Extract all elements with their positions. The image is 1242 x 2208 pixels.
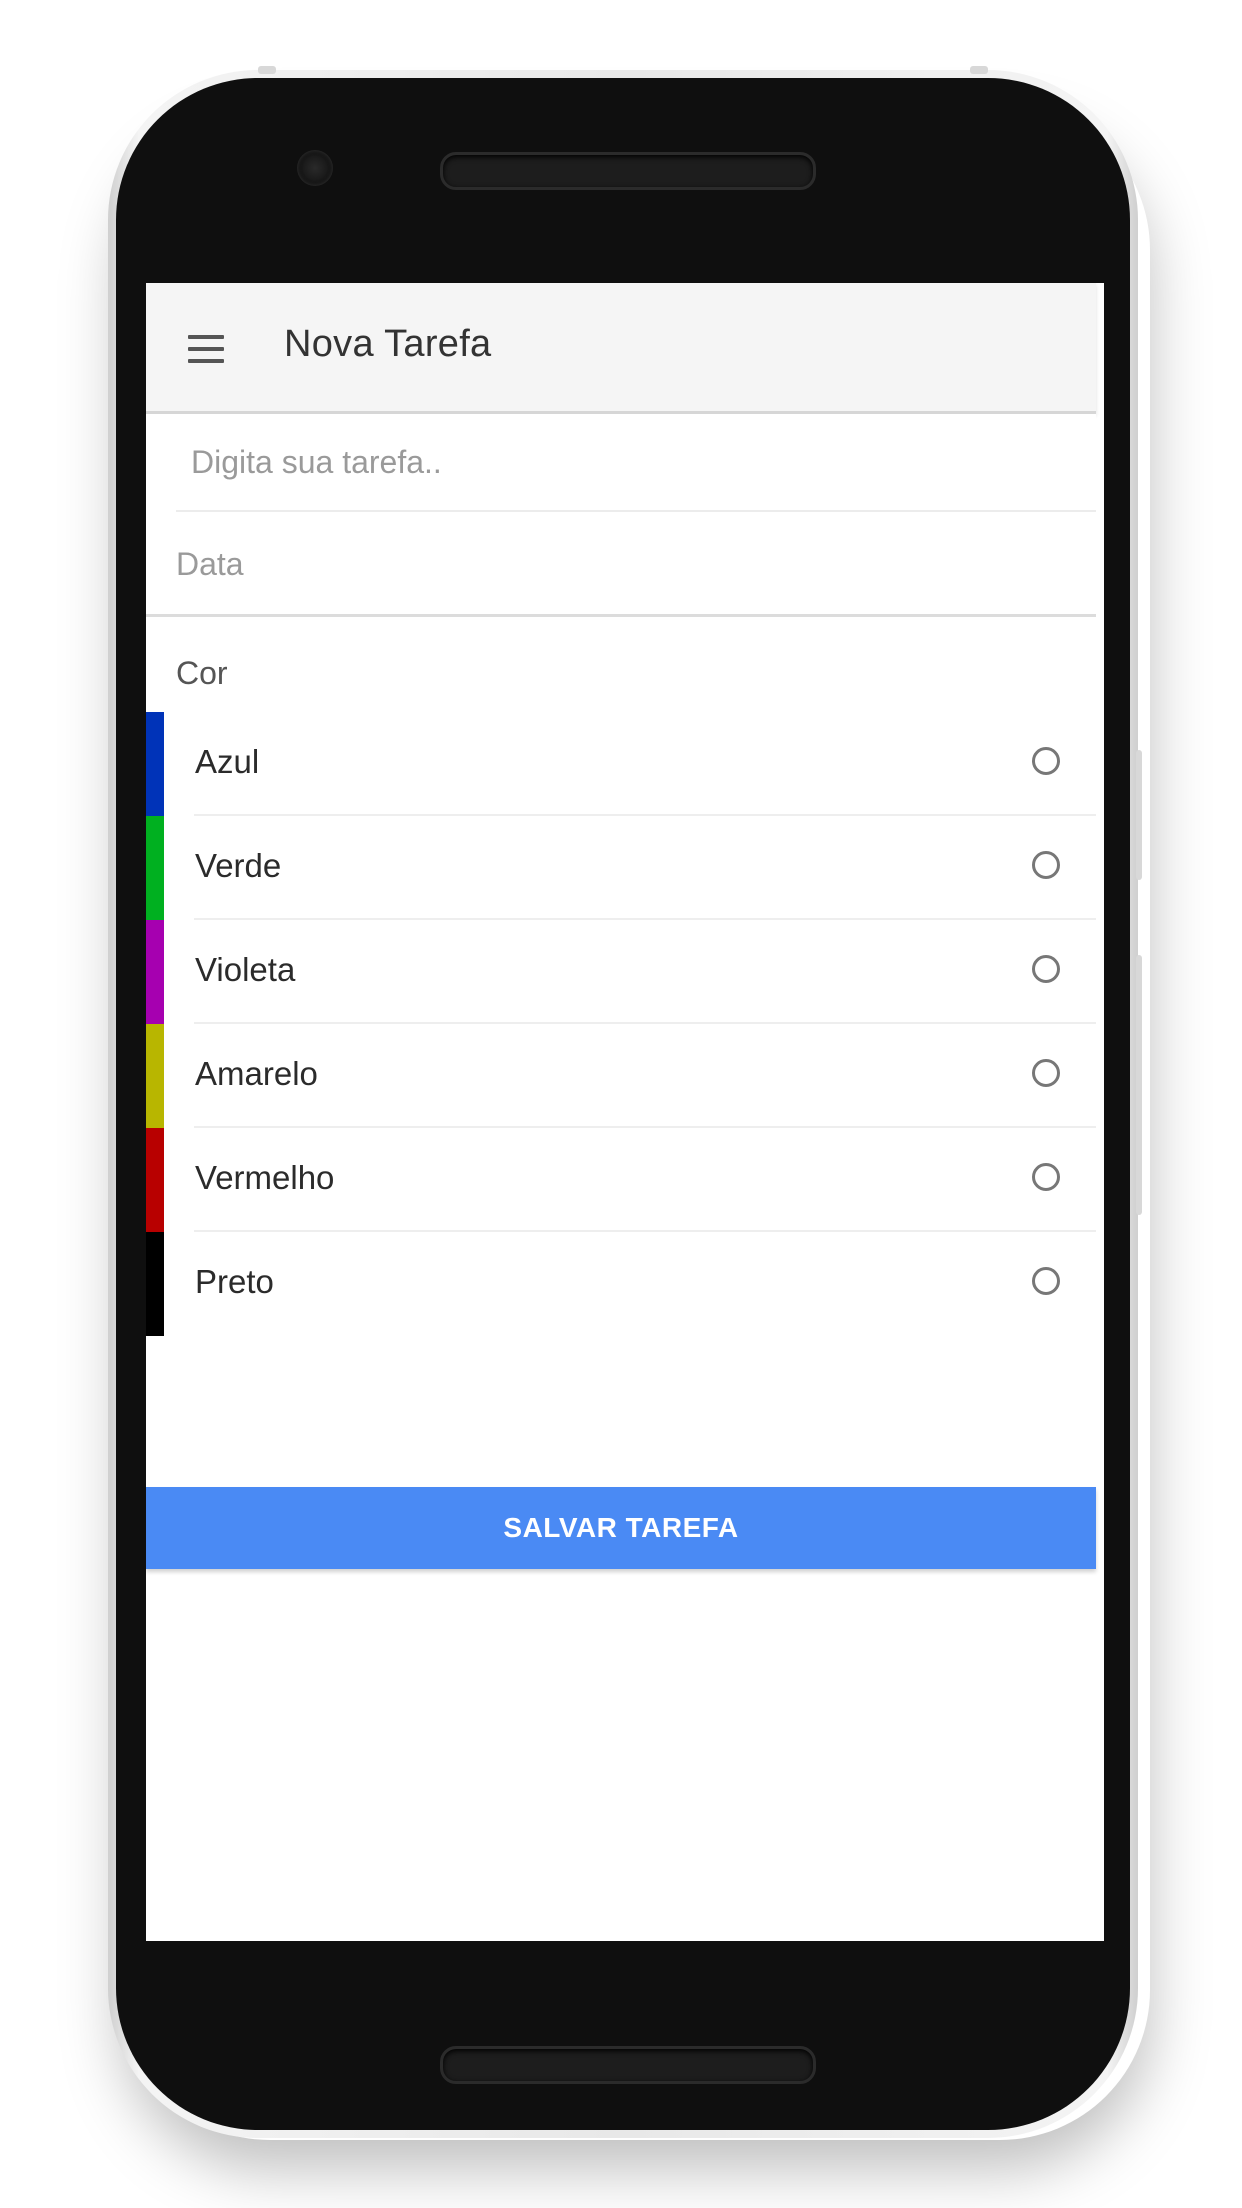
- app-bar: Nova Tarefa: [146, 283, 1096, 414]
- task-input[interactable]: [176, 414, 1096, 512]
- color-option-label: Verde: [195, 847, 282, 884]
- radio-button[interactable]: [1032, 1267, 1060, 1295]
- radio-button[interactable]: [1032, 1163, 1060, 1191]
- power-button: [1136, 750, 1142, 880]
- color-option-label: Preto: [195, 1263, 274, 1300]
- top-speaker: [440, 152, 816, 190]
- color-option-vermelho[interactable]: Vermelho: [146, 1128, 1096, 1232]
- date-field[interactable]: [146, 514, 1096, 617]
- color-swatch: [146, 1024, 164, 1128]
- color-option-label: Amarelo: [195, 1055, 318, 1092]
- radio-button[interactable]: [1032, 955, 1060, 983]
- top-edge-button: [258, 66, 276, 74]
- radio-button[interactable]: [1032, 1059, 1060, 1087]
- color-swatch: [146, 712, 164, 816]
- color-option-preto[interactable]: Preto: [146, 1232, 1096, 1336]
- hamburger-menu-icon[interactable]: [188, 335, 224, 363]
- radio-button[interactable]: [1032, 747, 1060, 775]
- color-option-violeta[interactable]: Violeta: [146, 920, 1096, 1024]
- color-radio-group: Azul Verde Violeta Amarelo Vermelho Pret…: [146, 712, 1096, 1336]
- color-swatch: [146, 1128, 164, 1232]
- color-option-verde[interactable]: Verde: [146, 816, 1096, 920]
- color-swatch: [146, 816, 164, 920]
- color-section-label: Cor: [176, 655, 228, 691]
- task-form: Cor Azul Verde Violeta: [146, 414, 1096, 1941]
- color-option-amarelo[interactable]: Amarelo: [146, 1024, 1096, 1128]
- app-screen: Nova Tarefa Cor Azul Verde: [146, 283, 1104, 1941]
- color-option-label: Vermelho: [195, 1159, 335, 1196]
- color-swatch: [146, 920, 164, 1024]
- save-task-button[interactable]: SALVAR TAREFA: [146, 1487, 1096, 1569]
- bottom-speaker: [440, 2046, 816, 2084]
- color-swatch: [146, 1232, 164, 1336]
- device-mockup: Nova Tarefa Cor Azul Verde: [0, 0, 1242, 2208]
- volume-button: [1136, 955, 1142, 1215]
- color-option-azul[interactable]: Azul: [146, 712, 1096, 816]
- radio-button[interactable]: [1032, 851, 1060, 879]
- color-option-label: Azul: [195, 743, 260, 780]
- color-option-label: Violeta: [195, 951, 296, 988]
- page-title: Nova Tarefa: [284, 323, 492, 365]
- top-edge-button-right: [970, 66, 988, 74]
- front-camera-icon: [297, 150, 333, 186]
